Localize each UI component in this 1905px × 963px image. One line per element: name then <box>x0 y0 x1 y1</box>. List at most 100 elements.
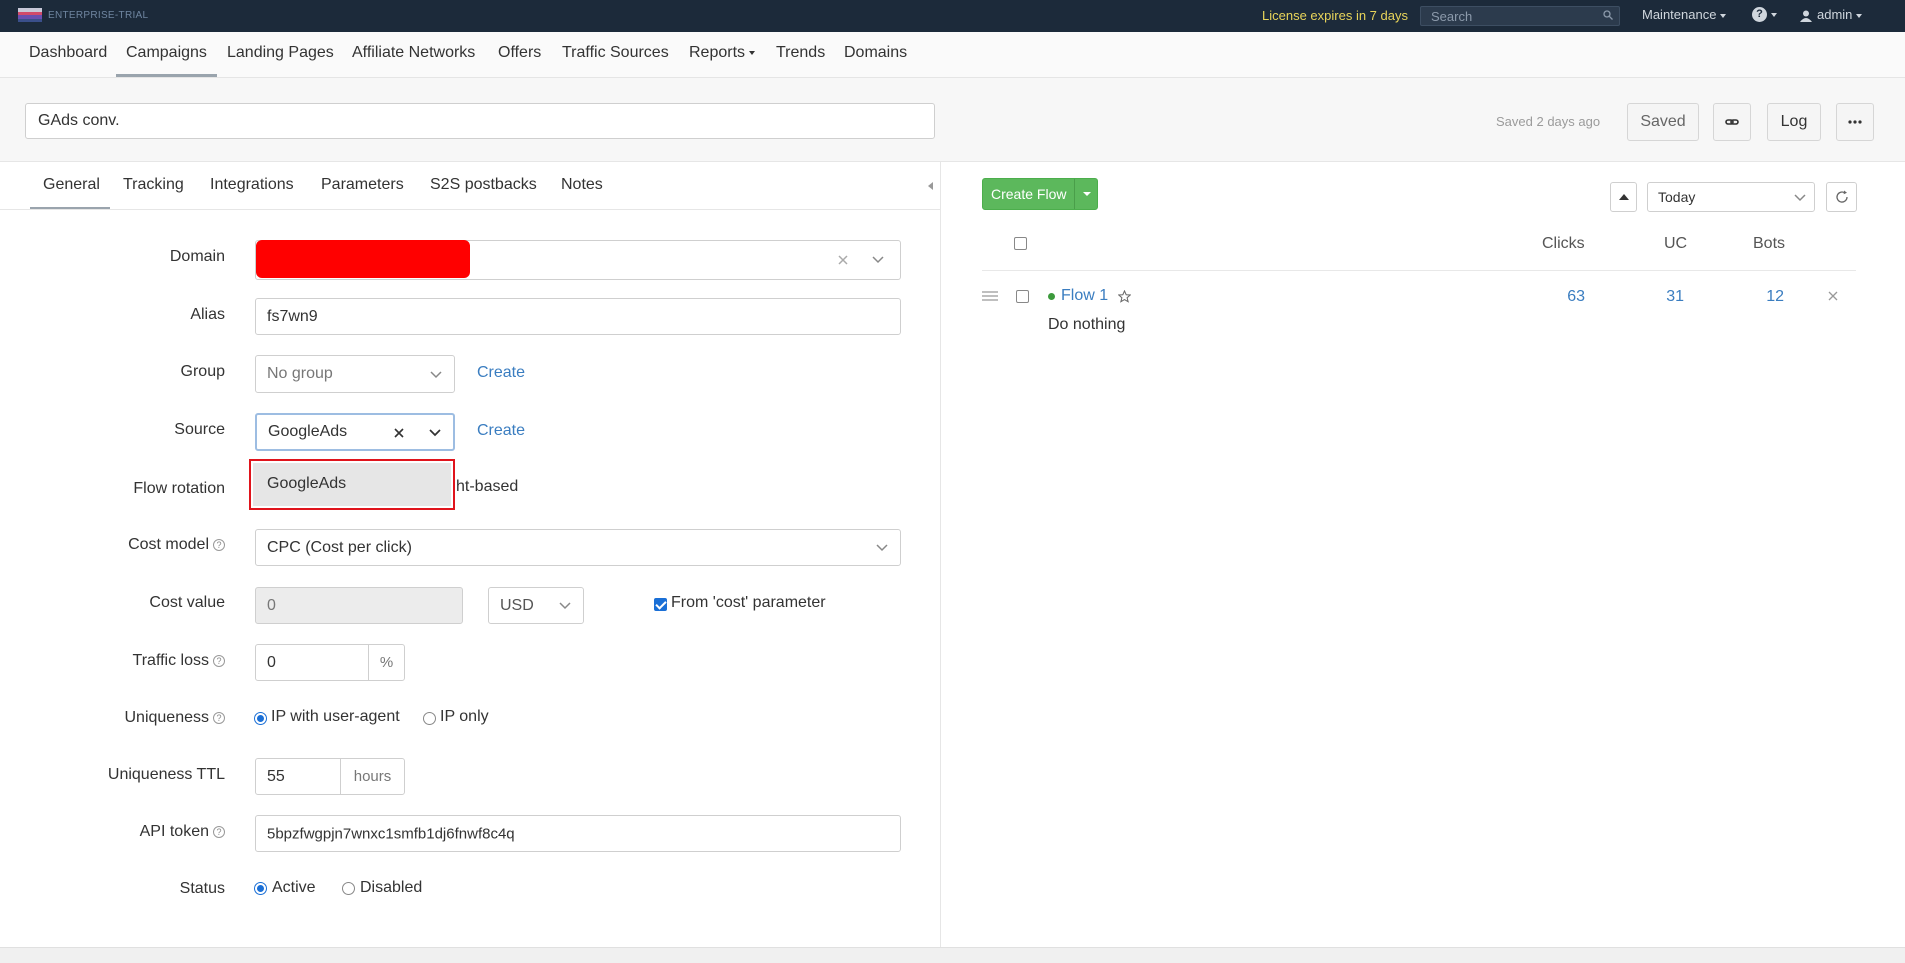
license-type-label: ENTERPRISE-TRIAL <box>48 10 149 21</box>
flow-rotation-option-partial[interactable]: ht-based <box>456 478 518 496</box>
flow-row-checkbox[interactable] <box>1016 290 1029 303</box>
flow-action: Do nothing <box>1048 316 1126 333</box>
flow-clicks-value[interactable]: 63 <box>1525 288 1585 306</box>
nav-offers[interactable]: Offers <box>498 44 541 62</box>
api-token-value: 5bpzfwgpjn7wnxc1smfb1dj6fnwf8c4q <box>267 825 515 842</box>
status-disabled-radio[interactable] <box>342 882 355 895</box>
status-active-radio[interactable] <box>254 882 267 895</box>
more-options-button[interactable] <box>1836 103 1874 141</box>
chevron-down-icon <box>1771 12 1777 17</box>
help-icon[interactable]: ? <box>213 825 225 838</box>
nav-dashboard[interactable]: Dashboard <box>29 44 107 62</box>
collapse-panel-icon[interactable] <box>928 182 933 190</box>
uniqueness-ttl-value: 55 <box>267 767 285 785</box>
clear-icon[interactable] <box>394 428 404 438</box>
uniqueness-ip-only-label: IP only <box>440 708 489 725</box>
horizontal-scrollbar[interactable] <box>0 947 1905 963</box>
help-icon[interactable]: ? <box>213 711 225 724</box>
column-header-uc[interactable]: UC <box>1664 235 1687 253</box>
uniqueness-ip-ua-radio[interactable] <box>254 712 267 725</box>
uniqueness-ip-only-radio[interactable] <box>423 712 436 725</box>
nav-landing-pages[interactable]: Landing Pages <box>227 44 334 62</box>
alias-value: fs7wn9 <box>267 307 318 325</box>
tab-parameters[interactable]: Parameters <box>321 176 404 194</box>
alias-label: Alias <box>190 306 225 323</box>
domain-label: Domain <box>169 248 225 265</box>
app-logo[interactable] <box>18 8 42 22</box>
alias-input[interactable]: fs7wn9 <box>255 298 901 335</box>
group-value: No group <box>267 365 333 382</box>
column-header-bots[interactable]: Bots <box>1753 235 1785 253</box>
help-menu[interactable]: ? <box>1752 6 1777 23</box>
user-icon <box>1800 10 1812 22</box>
chevron-down-icon <box>559 602 571 610</box>
search-input[interactable] <box>1421 7 1591 25</box>
create-source-link[interactable]: Create <box>477 422 525 440</box>
username: admin <box>1817 7 1853 22</box>
active-nav-indicator <box>116 74 217 77</box>
currency-select[interactable]: USD <box>488 587 584 624</box>
license-expiry-notice[interactable]: License expires in 7 days <box>1262 8 1408 23</box>
maintenance-menu[interactable]: Maintenance <box>1642 7 1727 22</box>
active-tab-indicator <box>30 207 110 209</box>
select-all-flows-checkbox[interactable] <box>1014 237 1027 250</box>
tab-notes[interactable]: Notes <box>561 176 603 194</box>
group-select[interactable]: No group <box>255 355 455 393</box>
create-group-link[interactable]: Create <box>477 364 525 382</box>
link-icon <box>1725 118 1739 125</box>
copy-link-button[interactable] <box>1713 103 1751 141</box>
flow-name-link[interactable]: Flow 1 <box>1061 287 1108 305</box>
saved-button[interactable]: Saved <box>1627 103 1699 141</box>
tab-integrations[interactable]: Integrations <box>210 176 294 194</box>
flow-uc-value[interactable]: 31 <box>1624 288 1684 306</box>
help-icon[interactable]: ? <box>213 654 225 667</box>
create-flow-button[interactable]: Create Flow <box>982 178 1098 210</box>
global-search[interactable] <box>1420 6 1620 26</box>
chevron-down-icon <box>1720 13 1727 18</box>
log-button[interactable]: Log <box>1767 103 1821 141</box>
tab-tracking[interactable]: Tracking <box>123 176 184 194</box>
panel-divider[interactable] <box>940 162 941 947</box>
uniqueness-ttl-input[interactable]: 55 hours <box>255 758 405 795</box>
user-menu[interactable]: admin <box>1800 7 1863 22</box>
tab-s2s-postbacks[interactable]: S2S postbacks <box>430 176 537 194</box>
period-select[interactable]: Today <box>1647 182 1815 212</box>
from-cost-param-checkbox[interactable] <box>654 598 667 611</box>
uniqueness-ttl-unit: hours <box>340 759 404 794</box>
caret-up-icon <box>1619 194 1629 200</box>
star-icon[interactable] <box>1118 290 1131 303</box>
campaign-name-input[interactable] <box>25 103 935 139</box>
traffic-loss-input[interactable]: 0 % <box>255 644 405 681</box>
source-option-googleads[interactable]: GoogleAds <box>253 463 451 506</box>
saved-timestamp: Saved 2 days ago <box>1496 114 1601 129</box>
api-token-input[interactable]: 5bpzfwgpjn7wnxc1smfb1dj6fnwf8c4q <box>255 815 901 852</box>
cost-value-input[interactable]: 0 <box>255 587 463 624</box>
clear-icon[interactable] <box>838 255 848 265</box>
refresh-button[interactable] <box>1826 182 1857 212</box>
drag-handle-icon[interactable] <box>982 291 998 301</box>
nav-reports[interactable]: Reports <box>689 44 756 62</box>
chevron-down-icon <box>749 50 756 55</box>
help-icon[interactable]: ? <box>213 538 225 551</box>
nav-trends[interactable]: Trends <box>776 44 825 62</box>
campaign-header: Saved 2 days ago Saved Log <box>0 78 1905 162</box>
create-flow-label: Create Flow <box>991 186 1067 202</box>
currency-value: USD <box>500 596 534 614</box>
status-disabled-label: Disabled <box>360 879 423 896</box>
sort-up-button[interactable] <box>1610 182 1637 212</box>
tab-general[interactable]: General <box>43 176 100 194</box>
uniqueness-ttl-label: Uniqueness TTL <box>107 766 225 783</box>
create-flow-dropdown-icon[interactable] <box>1083 192 1091 196</box>
flow-bots-value[interactable]: 12 <box>1724 288 1784 306</box>
delete-flow-icon[interactable] <box>1828 291 1838 301</box>
cost-model-select[interactable]: CPC (Cost per click) <box>255 529 901 566</box>
chevron-down-icon <box>876 544 888 552</box>
traffic-loss-label: Traffic loss? <box>25 652 225 670</box>
nav-campaigns[interactable]: Campaigns <box>126 44 207 62</box>
nav-traffic-sources[interactable]: Traffic Sources <box>562 44 669 62</box>
source-select[interactable]: GoogleAds <box>255 413 455 451</box>
nav-domains[interactable]: Domains <box>844 44 907 62</box>
column-header-clicks[interactable]: Clicks <box>1542 235 1585 253</box>
nav-affiliate-networks[interactable]: Affiliate Networks <box>352 44 475 62</box>
source-value: GoogleAds <box>268 423 348 440</box>
